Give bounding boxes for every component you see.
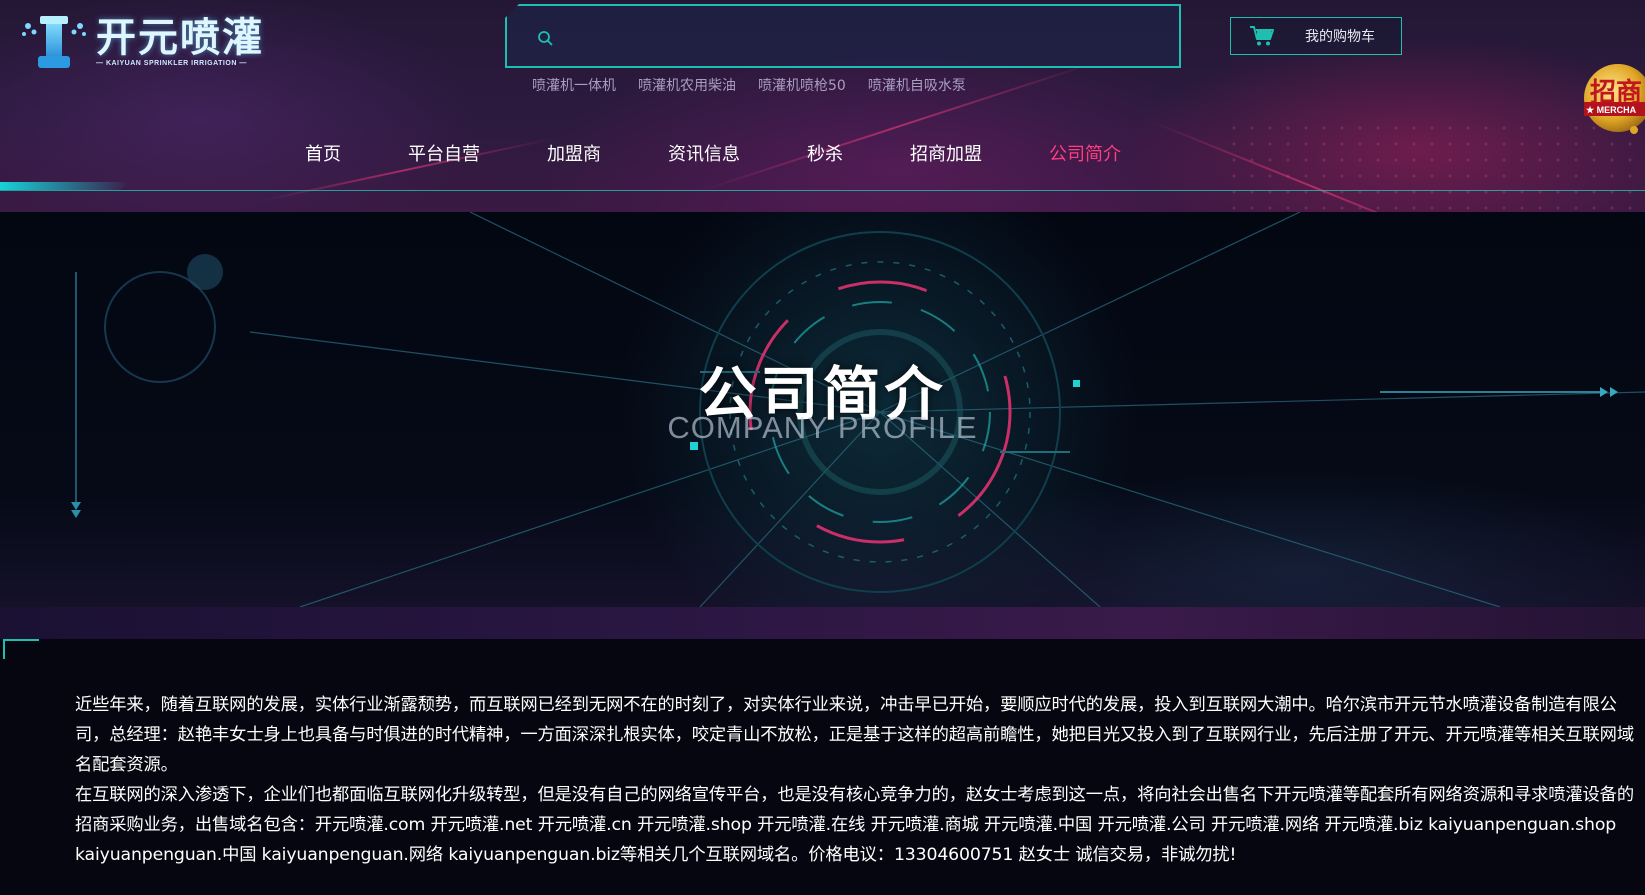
nav-item-join[interactable]: 招商加盟 bbox=[910, 140, 982, 166]
hot-word-link[interactable]: 喷灌机一体机 bbox=[532, 75, 616, 95]
nav-item-flash-sale[interactable]: 秒杀 bbox=[807, 140, 843, 166]
signal-bars-icon bbox=[1547, 26, 1571, 70]
cart-button[interactable]: 我的购物车 bbox=[1230, 17, 1402, 55]
profile-paragraph: 近些年来，随着互联网的发展，实体行业渐露颓势，而互联网已经到无网不在的时刻了，对… bbox=[75, 695, 1634, 775]
logo-subtitle: — KAIYUAN SPRINKLER IRRIGATION — bbox=[96, 59, 247, 67]
hot-word-link[interactable]: 喷灌机自吸水泵 bbox=[868, 75, 966, 95]
nav-item-company-profile[interactable]: 公司简介 bbox=[1049, 140, 1121, 166]
shopping-cart-icon bbox=[1249, 25, 1275, 47]
corner-accent bbox=[3, 639, 5, 659]
nav-item-home[interactable]: 首页 bbox=[305, 140, 341, 166]
merchant-badge-sub: ★ MERCHA bbox=[1586, 105, 1637, 115]
site-logo[interactable]: 开元喷灌 — KAIYUAN SPRINKLER IRRIGATION — bbox=[18, 10, 288, 72]
nav-item-news[interactable]: 资讯信息 bbox=[668, 140, 740, 166]
hot-search-words: 喷灌机一体机 喷灌机农用柴油 喷灌机喷枪50 喷灌机自吸水泵 bbox=[532, 75, 966, 95]
site-header: 开元喷灌 — KAIYUAN SPRINKLER IRRIGATION — 搜索… bbox=[0, 0, 1645, 212]
nav-item-franchisees[interactable]: 加盟商 bbox=[547, 140, 601, 166]
search-icon bbox=[537, 30, 553, 46]
hero-banner: 公司简介 COMPANY PROFILE bbox=[0, 212, 1645, 607]
logo-title: 开元喷灌 bbox=[96, 14, 264, 61]
sprinkler-logo-icon bbox=[18, 12, 90, 70]
nav-divider-line bbox=[0, 190, 1645, 191]
company-profile-section: 近些年来，随着互联网的发展，实体行业渐露颓势，而互联网已经到无网不在的时刻了，对… bbox=[0, 639, 1645, 895]
nav-accent-bar bbox=[0, 182, 130, 190]
nav-item-self-operated[interactable]: 平台自营 bbox=[408, 140, 480, 166]
main-nav: 首页 平台自营 加盟商 资讯信息 秒杀 招商加盟 公司简介 bbox=[305, 140, 1188, 166]
cart-label: 我的购物车 bbox=[1305, 29, 1375, 45]
search-bar: 搜索 bbox=[505, 4, 1181, 68]
profile-paragraph: 在互联网的深入渗透下，企业们也都面临互联网化升级转型，但是没有自己的网络宣传平台… bbox=[75, 785, 1634, 865]
hot-word-link[interactable]: 喷灌机农用柴油 bbox=[638, 75, 736, 95]
merchant-badge[interactable]: 招商 ★ MERCHA bbox=[1578, 62, 1645, 144]
merchant-badge-label: 招商 bbox=[1590, 78, 1643, 108]
company-profile-text: 近些年来，随着互联网的发展，实体行业渐露颓势，而互联网已经到无网不在的时刻了，对… bbox=[75, 690, 1640, 870]
corner-accent bbox=[3, 639, 39, 641]
section-divider-band bbox=[0, 607, 1645, 639]
hot-word-link[interactable]: 喷灌机喷枪50 bbox=[758, 75, 846, 95]
banner-subtitle: COMPANY PROFILE bbox=[667, 410, 978, 445]
